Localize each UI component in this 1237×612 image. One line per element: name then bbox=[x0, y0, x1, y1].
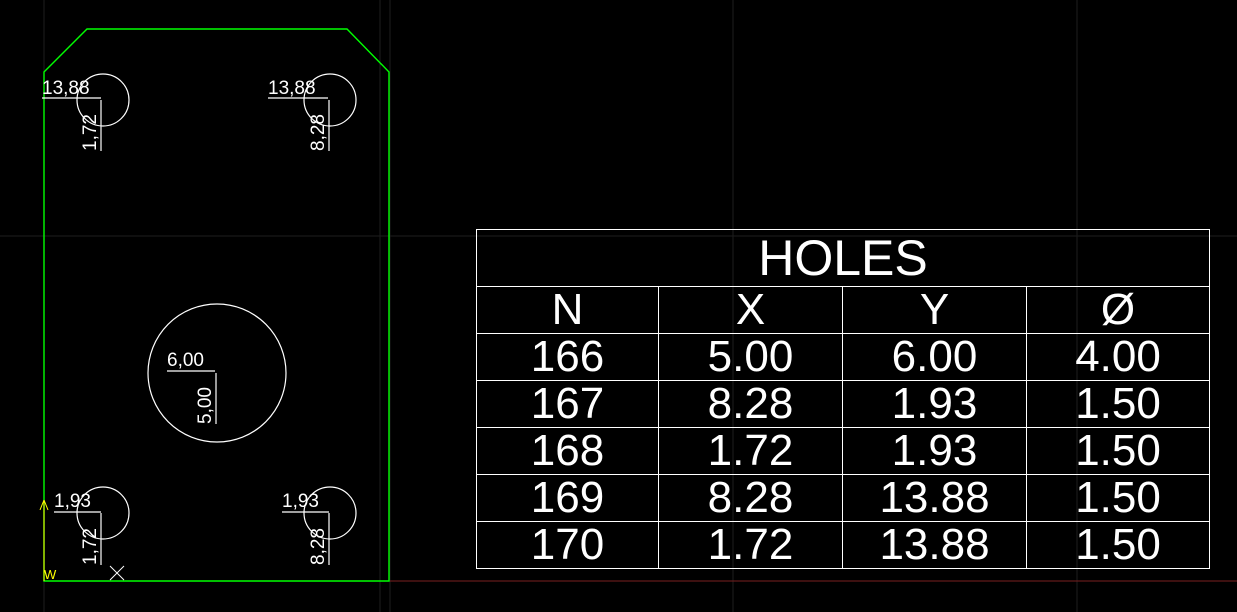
cell-x[interactable]: 5.00 bbox=[658, 333, 843, 381]
cell-diameter[interactable]: 1.50 bbox=[1025, 380, 1211, 428]
cell-diameter[interactable]: 1.50 bbox=[1025, 521, 1211, 569]
ucs-label: W bbox=[44, 567, 57, 582]
table-title-row: HOLES bbox=[475, 229, 1211, 287]
holes-table[interactable]: HOLES N X Y Ø 166 5.00 6.00 4.00 167 8.2… bbox=[475, 229, 1211, 569]
cell-n[interactable]: 170 bbox=[476, 521, 659, 569]
cell-diameter[interactable]: 1.50 bbox=[1025, 474, 1211, 522]
part-outline[interactable] bbox=[43, 28, 390, 582]
hole-169[interactable]: 13,88 8,28 bbox=[268, 73, 357, 151]
table-row: 168 1.72 1.93 1.50 bbox=[476, 427, 1211, 475]
cell-y[interactable]: 1.93 bbox=[842, 427, 1027, 475]
table-title[interactable]: HOLES bbox=[475, 229, 1211, 287]
table-row: 170 1.72 13.88 1.50 bbox=[476, 521, 1211, 569]
cell-y[interactable]: 13.88 bbox=[842, 521, 1027, 569]
cell-x[interactable]: 1.72 bbox=[658, 521, 843, 569]
header-n[interactable]: N bbox=[476, 286, 659, 334]
hole-167[interactable]: 1,93 8,28 bbox=[282, 486, 357, 565]
cell-n[interactable]: 169 bbox=[476, 474, 659, 522]
cell-n[interactable]: 166 bbox=[476, 333, 659, 381]
header-x[interactable]: X bbox=[658, 286, 843, 334]
header-y[interactable]: Y bbox=[842, 286, 1027, 334]
cell-y[interactable]: 13.88 bbox=[842, 474, 1027, 522]
cell-y[interactable]: 6.00 bbox=[842, 333, 1027, 381]
cell-x[interactable]: 1.72 bbox=[658, 427, 843, 475]
hole-168[interactable]: 1,93 1,72 bbox=[54, 486, 130, 565]
dim-x-label: 1,93 bbox=[54, 491, 91, 512]
cell-diameter[interactable]: 4.00 bbox=[1025, 333, 1211, 381]
hole-170[interactable]: 13,88 1,72 bbox=[42, 73, 130, 151]
cell-n[interactable]: 168 bbox=[476, 427, 659, 475]
dim-y-label: 8,28 bbox=[308, 114, 329, 151]
cell-x[interactable]: 8.28 bbox=[658, 380, 843, 428]
dim-x-label: 6,00 bbox=[167, 350, 204, 371]
table-row: 169 8.28 13.88 1.50 bbox=[476, 474, 1211, 522]
table-header-row: N X Y Ø bbox=[476, 286, 1211, 334]
dim-x-label: 13,88 bbox=[42, 78, 90, 99]
cell-y[interactable]: 1.93 bbox=[842, 380, 1027, 428]
hole-166[interactable]: 6,00 5,00 bbox=[147, 303, 287, 443]
cell-diameter[interactable]: 1.50 bbox=[1025, 427, 1211, 475]
table-row: 166 5.00 6.00 4.00 bbox=[476, 333, 1211, 381]
dim-y-label: 1,72 bbox=[80, 114, 101, 151]
dim-y-label: 5,00 bbox=[195, 387, 216, 424]
header-diameter[interactable]: Ø bbox=[1025, 286, 1211, 334]
dim-x-label: 1,93 bbox=[282, 491, 319, 512]
table-row: 167 8.28 1.93 1.50 bbox=[476, 380, 1211, 428]
dim-y-label: 8,28 bbox=[308, 528, 329, 565]
cell-x[interactable]: 8.28 bbox=[658, 474, 843, 522]
dim-x-label: 13,88 bbox=[268, 78, 316, 99]
cad-canvas[interactable]: W 6,00 5,00 1,93 8,28 1,93 1,72 13,88 8,… bbox=[0, 0, 1237, 612]
hole-circle[interactable] bbox=[147, 303, 287, 443]
cell-n[interactable]: 167 bbox=[476, 380, 659, 428]
dim-y-label: 1,72 bbox=[80, 528, 101, 565]
